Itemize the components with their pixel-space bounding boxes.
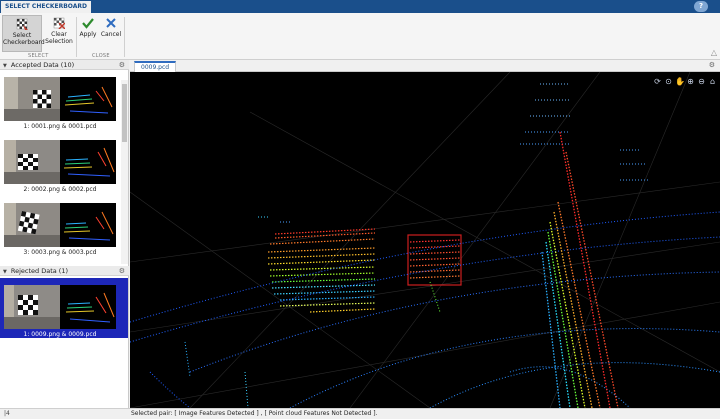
thumbnail-pair xyxy=(4,203,116,247)
thumbnail-caption: 1: 0001.png & 0001.pcd xyxy=(23,123,97,130)
checkerboard-photo xyxy=(4,77,60,121)
cancel-button[interactable]: Cancel xyxy=(100,15,122,38)
scrollbar-thumb[interactable] xyxy=(122,84,127,142)
apply-button[interactable]: Apply xyxy=(79,15,97,38)
restore-view-icon[interactable]: ⌂ xyxy=(708,77,717,86)
accepted-scrollbar[interactable] xyxy=(121,80,128,264)
rotate-3d-icon[interactable]: ⊙ xyxy=(664,77,673,86)
zoom-in-icon[interactable]: ⊕ xyxy=(686,77,695,86)
checkerboard-photo xyxy=(4,203,60,247)
collapse-triangle-icon[interactable]: ▼ xyxy=(3,61,7,71)
tab-select-checkerboard[interactable]: SELECT CHECKERBOARD xyxy=(1,1,91,13)
checkerboard-photo xyxy=(4,285,60,329)
image-thumbnail xyxy=(4,203,60,247)
ribbon-divider xyxy=(76,17,77,57)
select-checkerboard-button[interactable]: Select Checkerboard xyxy=(2,15,45,52)
checkmark-icon xyxy=(82,18,94,29)
select-checkerboard-label-2: Checkerboard xyxy=(3,39,45,46)
accepted-data-header[interactable]: ▼ Accepted Data (10) ⚙ xyxy=(0,60,129,70)
clear-selection-button[interactable]: Clear Selection xyxy=(45,15,73,45)
clear-selection-label-1: Clear xyxy=(51,31,67,38)
accepted-data-title: Accepted Data (10) xyxy=(10,61,75,69)
group-label-close: CLOSE xyxy=(92,53,110,59)
status-bar: |4 Selected pair: [ Image Features Detec… xyxy=(0,408,720,419)
toolstrip-tabbar: SELECT CHECKERBOARD ? xyxy=(0,0,720,13)
x-icon xyxy=(106,18,116,28)
cancel-label: Cancel xyxy=(100,31,122,38)
rotate-icon[interactable]: ⟳ xyxy=(653,77,662,86)
rejected-data-title: Rejected Data (1) xyxy=(10,267,68,275)
data-browser-panel: ▼ Accepted Data (10) ⚙ 1: 0001.png & 000… xyxy=(0,60,129,408)
panel-options-icon[interactable]: ⚙ xyxy=(119,266,125,276)
pointcloud-thumbnail xyxy=(60,203,116,247)
rejected-data-header[interactable]: ▼ Rejected Data (1) ⚙ xyxy=(0,266,129,276)
axes-toolbar: ⟳ ⊙ ✋ ⊕ ⊖ ⌂ xyxy=(653,77,717,86)
accepted-item-2[interactable]: 2: 0002.png & 0002.pcd xyxy=(4,140,116,193)
thumbnail-pair xyxy=(4,140,116,184)
thumbnail-pair xyxy=(4,285,116,329)
pointcloud-preview xyxy=(64,86,113,114)
collapse-ribbon-icon[interactable]: △ xyxy=(711,48,717,57)
image-thumbnail xyxy=(4,77,60,121)
pan-icon[interactable]: ✋ xyxy=(675,77,685,86)
thumbnail-pair xyxy=(4,77,116,121)
pointcloud-thumbnail xyxy=(60,77,116,121)
apply-label: Apply xyxy=(79,31,97,38)
checkerboard-photo xyxy=(4,140,60,184)
pointcloud-thumbnail xyxy=(60,285,116,329)
thumbnail-caption: 1: 0009.png & 0009.pcd xyxy=(23,331,97,338)
pointcloud-preview xyxy=(63,147,115,177)
viewer-options-icon[interactable]: ⚙ xyxy=(709,61,715,69)
clear-selection-label-2: Selection xyxy=(45,38,73,45)
viewer-tabbar: 0009.pcd ⚙ xyxy=(130,60,720,72)
thumbnail-caption: 2: 0002.png & 0002.pcd xyxy=(23,186,97,193)
image-thumbnail xyxy=(4,140,60,184)
pointcloud-preview xyxy=(63,211,114,241)
status-left: |4 xyxy=(4,410,10,417)
image-thumbnail xyxy=(4,285,60,329)
checkerboard-icon xyxy=(16,18,28,30)
thumbnail-caption: 3: 0003.png & 0003.pcd xyxy=(23,249,97,256)
collapse-triangle-icon[interactable]: ▼ xyxy=(3,267,7,277)
select-checkerboard-label-1: Select xyxy=(12,32,32,39)
panel-options-icon[interactable]: ⚙ xyxy=(119,60,125,70)
pointcloud-thumbnail xyxy=(60,140,116,184)
tab-pointcloud[interactable]: 0009.pcd xyxy=(134,61,177,72)
clear-checkerboard-icon xyxy=(53,17,65,29)
accepted-item-3[interactable]: 3: 0003.png & 0003.pcd xyxy=(4,203,116,256)
help-button[interactable]: ? xyxy=(694,1,708,12)
group-label-select: SELECT xyxy=(28,53,49,59)
pointcloud-canvas xyxy=(130,72,720,408)
pointcloud-preview xyxy=(65,292,115,323)
ribbon: Select Checkerboard Clear Selection SELE… xyxy=(0,13,720,60)
ribbon-divider xyxy=(124,17,125,57)
status-message: Selected pair: [ Image Features Detected… xyxy=(131,410,378,417)
accepted-item-1[interactable]: 1: 0001.png & 0001.pcd xyxy=(4,77,116,130)
pointcloud-viewer[interactable]: ⟳ ⊙ ✋ ⊕ ⊖ ⌂ xyxy=(130,72,720,408)
rejected-item-1[interactable]: 1: 0009.png & 0009.pcd xyxy=(4,285,116,338)
zoom-out-icon[interactable]: ⊖ xyxy=(697,77,706,86)
